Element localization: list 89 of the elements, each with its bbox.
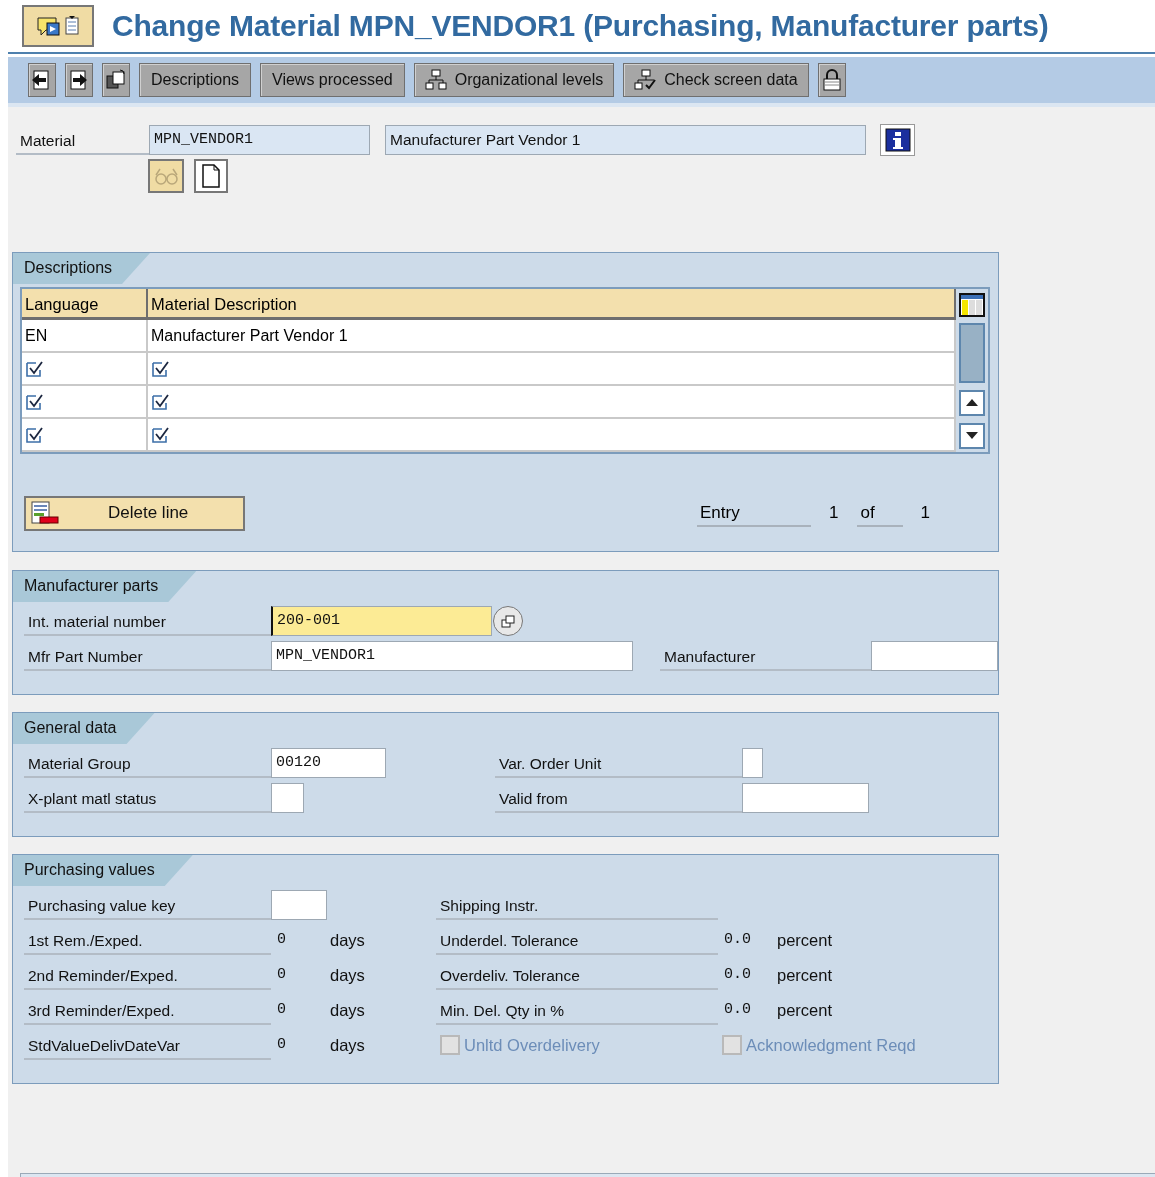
display-button[interactable] bbox=[148, 159, 184, 193]
field-label: Underdel. Tolerance bbox=[436, 925, 718, 955]
table-cell[interactable] bbox=[148, 353, 956, 386]
toolbar-icon-button[interactable] bbox=[65, 63, 93, 97]
pages-icon bbox=[105, 69, 127, 91]
field-value: 0 bbox=[276, 1000, 287, 1020]
input-field[interactable] bbox=[742, 748, 763, 778]
chat-icon bbox=[36, 15, 60, 37]
table-cell[interactable] bbox=[148, 386, 956, 419]
edit-check-icon bbox=[25, 393, 43, 410]
edit-check-icon bbox=[25, 426, 43, 443]
field-label: Min. Del. Qty in % bbox=[436, 995, 718, 1025]
unit-label: days bbox=[330, 965, 365, 986]
field-label: 1st Rem./Exped. bbox=[24, 925, 271, 955]
field-value: 0.0 bbox=[723, 965, 752, 985]
edit-check-icon bbox=[151, 393, 169, 410]
table-cell[interactable]: EN bbox=[22, 320, 148, 353]
field-label: 2nd Reminder/Exped. bbox=[24, 960, 271, 990]
value-help-button[interactable] bbox=[493, 606, 523, 636]
hierarchy-check-icon bbox=[634, 69, 657, 91]
field-label: Overdeliv. Tolerance bbox=[436, 960, 718, 990]
columns-icon bbox=[959, 292, 985, 317]
lock-icon bbox=[820, 69, 843, 91]
toolbar-button[interactable]: Organizational levels bbox=[413, 63, 615, 97]
column-header[interactable]: Material Description bbox=[148, 289, 956, 320]
entry-label: Entry bbox=[697, 499, 811, 527]
input-field[interactable]: 200-001 bbox=[271, 606, 492, 636]
delete-line-button[interactable]: Delete line bbox=[24, 495, 245, 531]
input-field[interactable] bbox=[742, 783, 869, 813]
group-title: General data bbox=[13, 713, 155, 744]
edit-check-icon bbox=[151, 360, 169, 377]
entry-number: 1 bbox=[829, 503, 839, 523]
checkbox-label: Acknowledgment Reqd bbox=[746, 1035, 916, 1055]
field-label: 3rd Reminder/Exped. bbox=[24, 995, 271, 1025]
input-field[interactable] bbox=[271, 783, 304, 813]
toolbar-icon-button[interactable] bbox=[28, 63, 56, 97]
material-field[interactable]: MPN_VENDOR1 bbox=[149, 125, 370, 155]
toolbar-button[interactable]: Check screen data bbox=[623, 63, 809, 97]
new-document-button[interactable] bbox=[194, 159, 228, 193]
down-arrow-icon bbox=[965, 430, 979, 441]
unit-label: days bbox=[330, 930, 365, 951]
window-title: Change Material MPN_VENDOR1 (Purchasing, Manufacturer parts) bbox=[112, 9, 1049, 43]
unit-label: days bbox=[330, 1035, 365, 1056]
group-title: Purchasing values bbox=[13, 855, 193, 886]
table-cell[interactable] bbox=[22, 353, 148, 386]
field-label: Shipping Instr. bbox=[436, 890, 718, 920]
column-header[interactable]: Language bbox=[22, 289, 148, 320]
document-icon bbox=[201, 164, 221, 188]
scroll-up-button[interactable] bbox=[959, 389, 985, 416]
info-button[interactable] bbox=[880, 124, 915, 156]
windows-icon bbox=[501, 614, 515, 628]
field-value: 0.0 bbox=[723, 930, 752, 950]
edit-check-icon bbox=[25, 360, 43, 377]
description-field[interactable]: Manufacturer Part Vendor 1 bbox=[385, 125, 866, 155]
checkbox-label: Unltd Overdelivery bbox=[464, 1035, 600, 1055]
scroll-down-button[interactable] bbox=[959, 422, 985, 449]
scrollbar-thumb[interactable] bbox=[959, 323, 985, 383]
unit-label: percent bbox=[777, 930, 833, 951]
clipboard-icon bbox=[64, 15, 80, 37]
field-label: StdValueDelivDateVar bbox=[24, 1030, 271, 1060]
input-field[interactable] bbox=[271, 890, 327, 920]
unit-label: percent bbox=[777, 1000, 833, 1021]
toolbar-button[interactable]: Views processed bbox=[260, 63, 405, 97]
toolbar-button[interactable]: Descriptions bbox=[139, 63, 252, 97]
info-icon bbox=[884, 128, 911, 152]
group-title: Manufacturer parts bbox=[13, 571, 197, 602]
total-entries: 1 bbox=[920, 503, 930, 523]
field-value: 0 bbox=[276, 1035, 287, 1055]
field-value: 0.0 bbox=[723, 1000, 752, 1020]
hierarchy-icon bbox=[424, 69, 447, 91]
toolbar-icon-button[interactable] bbox=[102, 63, 130, 97]
table-cell[interactable]: Manufacturer Part Vendor 1 bbox=[148, 320, 956, 353]
input-field[interactable]: 00120 bbox=[271, 748, 386, 778]
field-value: 0 bbox=[276, 965, 287, 985]
unit-label: percent bbox=[777, 965, 833, 986]
input-field[interactable] bbox=[871, 641, 998, 671]
delete-row-icon bbox=[30, 501, 60, 525]
table-cell[interactable] bbox=[22, 419, 148, 452]
table-cell[interactable] bbox=[148, 419, 956, 452]
menu-icon-button[interactable] bbox=[22, 5, 94, 47]
group-title: Descriptions bbox=[13, 253, 151, 284]
field-value: 0 bbox=[276, 930, 287, 950]
up-arrow-icon bbox=[965, 397, 979, 408]
lock-button[interactable] bbox=[817, 63, 846, 97]
edit-check-icon bbox=[151, 426, 169, 443]
of-label: of bbox=[857, 499, 904, 527]
unit-label: days bbox=[330, 1000, 365, 1021]
input-field[interactable]: MPN_VENDOR1 bbox=[271, 641, 633, 671]
table-cell[interactable] bbox=[22, 386, 148, 419]
